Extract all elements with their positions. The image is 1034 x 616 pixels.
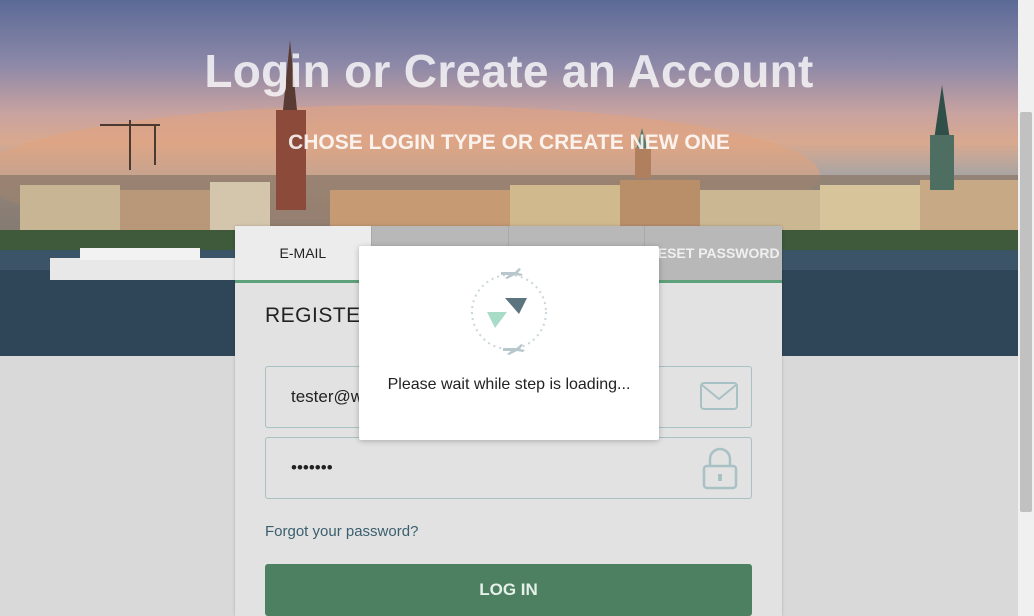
tab-email[interactable]: E-MAIL — [235, 226, 372, 280]
loading-modal: Please wait while step is loading... — [359, 246, 659, 440]
tab-reset-password[interactable]: RESET PASSWORD — [645, 226, 782, 280]
plane-loader-icon — [467, 264, 551, 369]
forgot-password-link[interactable]: Forgot your password? — [265, 523, 418, 540]
login-button[interactable]: LOG IN — [265, 564, 752, 616]
page-subtitle: CHOSE LOGIN TYPE OR CREATE NEW ONE — [288, 131, 730, 154]
lock-icon — [701, 446, 739, 495]
password-value: ••••••• — [291, 458, 333, 477]
page-title: Login or Create an Account — [204, 45, 814, 97]
envelope-icon — [699, 379, 739, 418]
email-value: tester@w — [291, 387, 364, 406]
page-scrollbar[interactable] — [1018, 0, 1034, 616]
password-field[interactable]: ••••••• — [265, 437, 752, 499]
loading-message: Please wait while step is loading... — [387, 376, 631, 393]
scrollbar-thumb[interactable] — [1020, 112, 1032, 512]
